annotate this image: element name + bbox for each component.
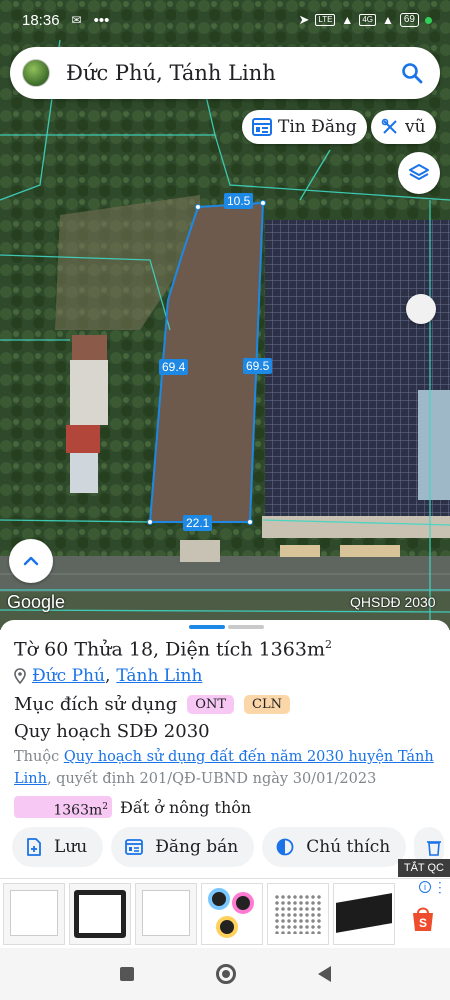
delete-icon bbox=[427, 841, 442, 856]
plan-prefix: Thuộc bbox=[14, 749, 60, 765]
tools-icon bbox=[381, 118, 397, 134]
dimension-bottom: 22.1 bbox=[183, 515, 213, 531]
ad-product-image[interactable] bbox=[201, 883, 263, 945]
district-link[interactable]: Tánh Linh bbox=[116, 666, 202, 686]
compass-button[interactable] bbox=[406, 294, 436, 324]
status-bar: 18:36 ✉ ••• ➤ LTE ▲ 4G ▲ 69 bbox=[0, 0, 450, 40]
news-listings-button[interactable]: Tin Đăng bbox=[242, 110, 367, 144]
plan-decision: , quyết định 201/QĐ-UBND ngày 30/01/2023 bbox=[46, 771, 377, 787]
area-land-type: Đất ở nông thôn bbox=[120, 797, 252, 817]
search-bar[interactable]: Đức Phú, Tánh Linh bbox=[10, 47, 440, 99]
parcel-location: Đức Phú, Tánh Linh bbox=[14, 666, 202, 686]
ad-product-image[interactable] bbox=[69, 883, 131, 945]
svg-text:S: S bbox=[419, 916, 427, 930]
status-time: 18:36 bbox=[22, 11, 60, 29]
area-unit: 2 bbox=[102, 802, 108, 812]
shopping-bag-icon[interactable]: S bbox=[410, 905, 436, 933]
layers-icon bbox=[409, 164, 429, 180]
plan-description: Thuộc Quy hoạch sử dụng đất đến năm 2030… bbox=[14, 746, 436, 790]
post-sale-button[interactable]: Đăng bán bbox=[111, 827, 255, 867]
google-logo: Google bbox=[7, 592, 66, 612]
parcel-title: Tờ 60 Thửa 18, Diện tích 1363m2 bbox=[14, 638, 332, 660]
ad-info-icon[interactable]: i bbox=[419, 881, 431, 893]
notification-icon: ✉ bbox=[71, 13, 82, 27]
recent-apps-icon[interactable] bbox=[119, 967, 134, 981]
battery-indicator: 69 bbox=[399, 13, 419, 27]
commune-link[interactable]: Đức Phú bbox=[32, 666, 105, 686]
search-input[interactable]: Đức Phú, Tánh Linh bbox=[66, 61, 400, 85]
dimension-top: 10.5 bbox=[224, 193, 254, 209]
news-listings-label: Tin Đăng bbox=[278, 117, 357, 137]
legend-button[interactable]: Chú thích bbox=[262, 827, 407, 867]
signal-icon: ▲ bbox=[381, 13, 394, 27]
back-icon[interactable] bbox=[317, 966, 331, 982]
purpose-badge-ont[interactable]: ONT bbox=[187, 695, 235, 714]
area-value-bar: 1363m2 bbox=[14, 796, 112, 819]
signal-icon: ▲ bbox=[341, 13, 354, 27]
location-separator: , bbox=[104, 666, 111, 686]
ad-close-button[interactable]: TẮT QC bbox=[397, 859, 450, 877]
ad-product-image[interactable] bbox=[333, 883, 395, 945]
land-purpose-label: Mục đích sử dụng bbox=[14, 694, 178, 715]
land-purpose-row: Mục đích sử dụng ONT CLN bbox=[14, 694, 290, 715]
action-buttons: Lưu Đăng bán Chú thích bbox=[12, 827, 445, 867]
ad-more-icon[interactable]: · · · bbox=[438, 877, 442, 899]
purpose-badge-cln[interactable]: CLN bbox=[244, 695, 290, 714]
parcel-title-unit: 2 bbox=[324, 638, 332, 651]
network-lte-badge: LTE bbox=[315, 14, 336, 26]
expand-sheet-button[interactable] bbox=[9, 539, 53, 583]
map-layer-label: QHSDĐ 2030 bbox=[350, 594, 436, 610]
area-breakdown-row: 1363m2 Đất ở nông thôn bbox=[14, 796, 252, 819]
network-4g-badge: 4G bbox=[359, 14, 376, 26]
save-label: Lưu bbox=[54, 837, 88, 857]
area-value: 1363m bbox=[53, 802, 103, 819]
search-icon[interactable] bbox=[400, 61, 424, 85]
ad-product-image[interactable] bbox=[267, 883, 329, 945]
ad-banner[interactable]: TẮT QC i · · · S bbox=[0, 859, 450, 948]
location-arrow-icon: ➤ bbox=[298, 12, 310, 27]
ad-product-image[interactable] bbox=[135, 883, 197, 945]
layers-button[interactable] bbox=[398, 152, 440, 194]
user-tools-button[interactable]: vũ bbox=[371, 110, 436, 144]
save-button[interactable]: Lưu bbox=[12, 827, 104, 867]
post-sale-label: Đăng bán bbox=[155, 837, 239, 857]
add-file-icon bbox=[27, 838, 41, 856]
more-dots-icon: ••• bbox=[93, 11, 110, 29]
sheet-page-indicator[interactable] bbox=[228, 625, 264, 629]
privacy-dot-icon bbox=[425, 16, 432, 24]
dimension-left: 69.4 bbox=[159, 359, 189, 375]
newspaper-icon bbox=[125, 839, 144, 855]
plan-title: Quy hoạch SDĐ 2030 bbox=[14, 721, 210, 742]
parcel-title-text: Tờ 60 Thửa 18, Diện tích 1363m bbox=[14, 638, 325, 661]
ad-product-image[interactable] bbox=[3, 883, 65, 945]
parcel-info-sheet[interactable]: Tờ 60 Thửa 18, Diện tích 1363m2 Đức Phú,… bbox=[0, 620, 450, 880]
system-nav-bar bbox=[0, 948, 450, 1000]
location-pin-icon bbox=[14, 668, 26, 684]
dimension-right: 69.5 bbox=[243, 358, 273, 374]
sheet-page-indicator-active bbox=[189, 625, 225, 629]
newspaper-icon bbox=[252, 118, 272, 136]
user-tools-label: vũ bbox=[405, 117, 426, 137]
legend-label: Chú thích bbox=[306, 837, 391, 857]
home-icon[interactable] bbox=[215, 964, 236, 984]
avatar[interactable] bbox=[22, 59, 50, 87]
contrast-icon bbox=[276, 838, 294, 856]
chevron-up-icon bbox=[23, 556, 39, 566]
